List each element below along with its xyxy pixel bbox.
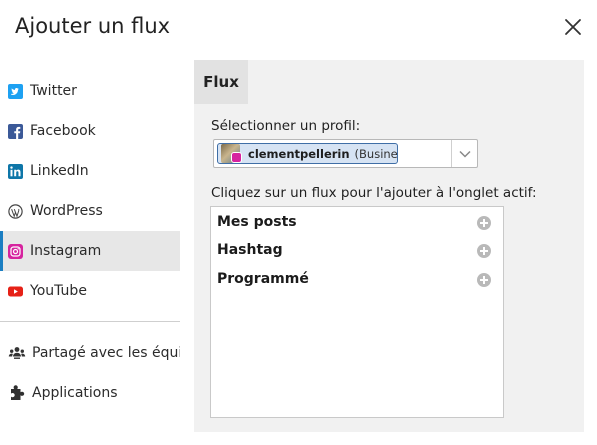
sidebar-item-label: Twitter [30, 83, 77, 99]
team-icon [8, 344, 26, 362]
instagram-badge-icon [231, 152, 242, 163]
list-item-mes-posts[interactable]: Mes posts [211, 211, 503, 235]
sidebar-item-wordpress[interactable]: WordPress [0, 191, 180, 231]
facebook-icon [8, 123, 23, 139]
sidebar-item-label: Applications [32, 385, 118, 401]
sidebar-item-label: WordPress [30, 203, 103, 219]
sidebar-divider [0, 321, 180, 322]
sidebar-item-label: Facebook [30, 123, 96, 139]
network-sidebar: Twitter Facebook LinkedIn WordPress Inst… [0, 71, 180, 311]
sidebar-item-youtube[interactable]: YouTube [0, 271, 180, 311]
list-item-programme[interactable]: Programmé [211, 268, 503, 292]
chevron-down-icon[interactable] [451, 140, 477, 167]
close-icon[interactable] [562, 16, 584, 38]
sidebar-item-label: Partagé avec les équipes [32, 345, 180, 361]
stream-list: Mes posts Hashtag Programmé [210, 206, 504, 418]
linkedin-icon [8, 163, 23, 179]
sidebar-item-label: Instagram [30, 243, 102, 259]
stream-label: Mes posts [217, 214, 297, 230]
sidebar-item-label: YouTube [30, 283, 87, 299]
stream-label: Hashtag [217, 242, 283, 258]
sidebar-item-facebook[interactable]: Facebook [0, 111, 180, 151]
dialog-title: Ajouter un flux [15, 14, 171, 38]
twitter-icon [8, 83, 23, 99]
sidebar-item-shared-teams[interactable]: Partagé avec les équipes [8, 343, 180, 363]
list-item-hashtag[interactable]: Hashtag [211, 239, 503, 263]
profile-chip: clementpellerin (Business) [217, 143, 398, 164]
sidebar-item-label: LinkedIn [30, 163, 89, 179]
tab-flux[interactable]: Flux [194, 60, 248, 104]
stream-label: Programmé [217, 271, 309, 287]
add-icon[interactable] [477, 244, 491, 258]
puzzle-icon [8, 384, 26, 402]
profile-select[interactable]: clementpellerin (Business) [213, 139, 478, 168]
sidebar-item-linkedin[interactable]: LinkedIn [0, 151, 180, 191]
wordpress-icon [8, 203, 23, 219]
streams-label: Cliquez sur un flux pour l'ajouter à l'o… [211, 185, 537, 201]
add-icon[interactable] [477, 216, 491, 230]
profile-name: clementpellerin [248, 146, 350, 161]
instagram-icon [8, 243, 23, 259]
profile-label: Sélectionner un profil: [211, 118, 361, 134]
youtube-icon [8, 284, 23, 299]
sidebar-item-instagram[interactable]: Instagram [0, 231, 180, 271]
avatar [221, 144, 243, 163]
sidebar-item-twitter[interactable]: Twitter [0, 71, 180, 111]
sidebar-item-applications[interactable]: Applications [8, 383, 180, 403]
profile-type: (Business) [354, 146, 398, 161]
add-icon[interactable] [477, 273, 491, 287]
